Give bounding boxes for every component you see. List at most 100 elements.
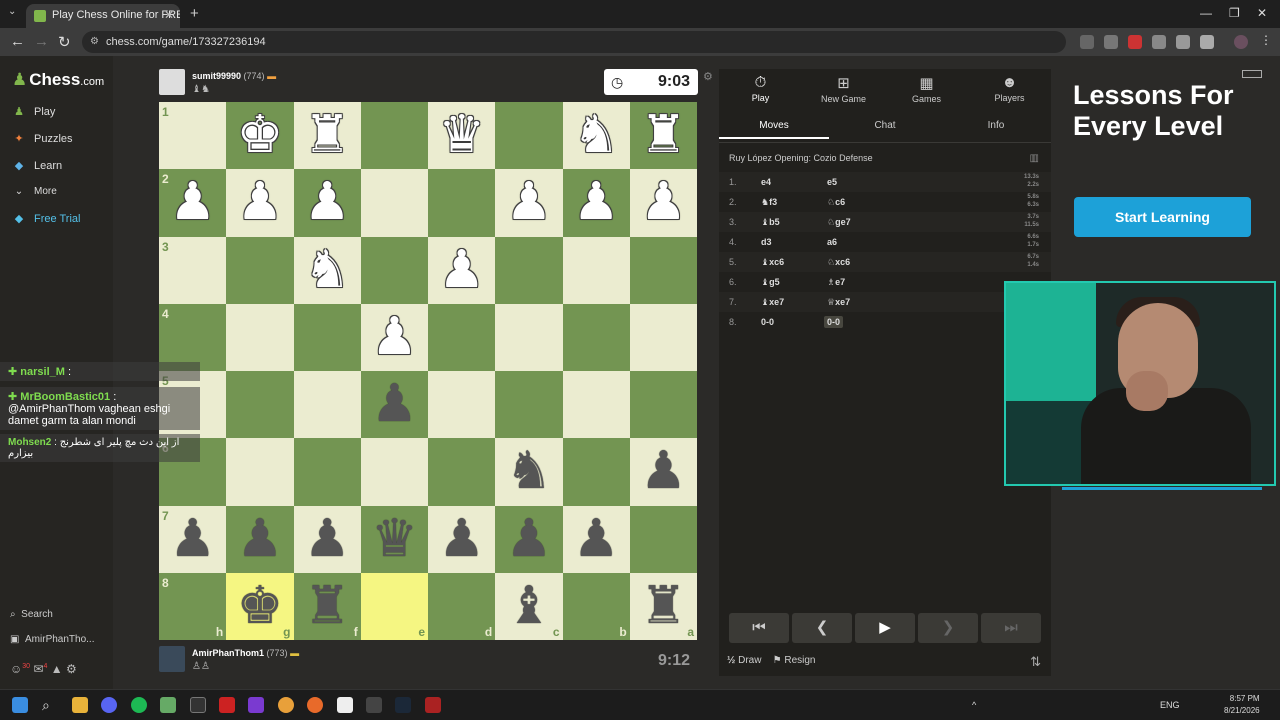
black-move[interactable]: ♘ge7 [827, 217, 851, 228]
square-f4[interactable] [293, 303, 361, 371]
black-piece-f7[interactable]: ♟ [294, 506, 361, 573]
play-button[interactable]: ▶ [855, 613, 915, 643]
board-settings-icon[interactable]: ⚙ [703, 70, 713, 83]
browser-tab[interactable]: Play Chess Online for FREE ✕ [26, 4, 180, 28]
black-piece-a6[interactable]: ♟ [630, 438, 697, 505]
restore-icon[interactable]: ❐ [1229, 6, 1240, 20]
white-move[interactable]: e4 [761, 177, 771, 187]
app-icon[interactable] [425, 697, 441, 713]
square-a3[interactable] [629, 236, 697, 304]
black-piece-g7[interactable]: ♟ [226, 506, 293, 573]
square-e1[interactable] [360, 102, 428, 170]
white-move[interactable]: ♝g5 [761, 277, 780, 288]
white-piece-h2[interactable]: ♟ [159, 169, 226, 236]
system-clock[interactable]: 8:57 PM 8/21/2026 [1224, 693, 1260, 717]
nav-more[interactable]: ⌄ More [12, 186, 57, 197]
opponent-avatar[interactable] [159, 69, 185, 95]
extension-icon[interactable] [1152, 35, 1166, 49]
tab-players[interactable]: ☻ Players [968, 74, 1051, 103]
menu-dots-icon[interactable]: ⋮ [1260, 33, 1272, 47]
chess-logo[interactable]: ♟ Chess.com [12, 70, 104, 90]
square-d6[interactable] [428, 438, 496, 506]
white-piece-a2[interactable]: ♟ [630, 169, 697, 236]
subtab-moves[interactable]: Moves [719, 120, 829, 139]
white-piece-d3[interactable]: ♟ [428, 237, 495, 304]
last-move-button[interactable]: ⏭ [981, 613, 1041, 643]
square-d4[interactable] [428, 303, 496, 371]
new-tab-icon[interactable]: + [190, 5, 199, 22]
black-move[interactable]: ♘xc6 [827, 257, 850, 268]
square-a5[interactable] [629, 371, 697, 439]
ad-choices-icon[interactable] [1242, 70, 1262, 78]
steam-icon[interactable] [395, 697, 411, 713]
extension-icon[interactable] [1104, 35, 1118, 49]
tray-chevron-icon[interactable]: ^ [972, 700, 976, 710]
app-icon[interactable] [190, 697, 206, 713]
white-piece-f2[interactable]: ♟ [294, 169, 361, 236]
extensions-puzzle-icon[interactable] [1200, 35, 1214, 49]
square-c3[interactable] [495, 236, 563, 304]
windows-start-icon[interactable] [12, 697, 28, 713]
white-piece-f1[interactable]: ♜ [294, 102, 361, 169]
square-g3[interactable] [226, 236, 294, 304]
square-a4[interactable] [629, 303, 697, 371]
square-h4[interactable]: 4 [159, 303, 227, 371]
app-icon[interactable] [219, 697, 235, 713]
white-piece-b2[interactable]: ♟ [563, 169, 630, 236]
url-field[interactable]: ⚙ chess.com/game/173327236194 [82, 31, 1066, 53]
friends-icon[interactable]: ☺ [10, 662, 22, 676]
black-piece-c8[interactable]: ♝ [495, 573, 562, 640]
file-explorer-icon[interactable] [72, 697, 88, 713]
tab-search-chevron-icon[interactable]: ⌄ [8, 6, 16, 17]
square-b5[interactable] [562, 371, 630, 439]
opponent-name[interactable]: sumit99990 (774) ▬ [192, 71, 276, 81]
tab-new-game[interactable]: ⊞ New Game [802, 74, 885, 104]
white-piece-e4[interactable]: ♟ [361, 304, 428, 371]
black-piece-a8[interactable]: ♜ [630, 573, 697, 640]
language-indicator[interactable]: ENG [1160, 700, 1180, 710]
square-g4[interactable] [226, 303, 294, 371]
search-icon[interactable]: ⌕ [42, 697, 58, 713]
black-piece-e7[interactable]: ♛ [361, 506, 428, 573]
chess-board[interactable]: 12345678hgfedcba♚♜♛♞♜♟♟♟♟♟♟♞♟♟♟♞♟♟♟♟♛♟♟♟… [159, 102, 697, 640]
black-piece-c6[interactable]: ♞ [495, 438, 562, 505]
square-c4[interactable] [495, 303, 563, 371]
black-piece-h7[interactable]: ♟ [159, 506, 226, 573]
minimize-icon[interactable]: — [1200, 6, 1212, 20]
square-c1[interactable] [495, 102, 563, 170]
square-e6[interactable] [360, 438, 428, 506]
square-b3[interactable] [562, 236, 630, 304]
black-move[interactable]: ♗e7 [827, 277, 845, 288]
black-move[interactable]: 0-0 [824, 316, 844, 328]
forward-icon[interactable]: → [34, 33, 49, 50]
discord-icon[interactable] [101, 697, 117, 713]
resign-button[interactable]: ⚑ Resign [773, 655, 816, 666]
previous-move-button[interactable]: ❮ [792, 613, 852, 643]
nav-search[interactable]: ⌕ Search [10, 609, 53, 620]
black-piece-c7[interactable]: ♟ [495, 506, 562, 573]
nav-user[interactable]: ▣ AmirPhanTho... [10, 634, 95, 645]
square-b4[interactable] [562, 303, 630, 371]
app-icon[interactable] [160, 697, 176, 713]
square-f5[interactable] [293, 371, 361, 439]
square-d2[interactable] [428, 169, 496, 237]
tab-games[interactable]: ▦ Games [885, 74, 968, 104]
square-f6[interactable] [293, 438, 361, 506]
white-move[interactable]: ♝xc6 [761, 257, 784, 268]
first-move-button[interactable]: ⏮ [729, 613, 789, 643]
messages-icon[interactable]: ✉ [33, 662, 43, 676]
black-move[interactable]: e5 [827, 177, 837, 187]
white-move[interactable]: d3 [761, 237, 772, 247]
subtab-info[interactable]: Info [941, 120, 1051, 131]
square-a7[interactable] [629, 505, 697, 573]
square-d5[interactable] [428, 371, 496, 439]
square-g6[interactable] [226, 438, 294, 506]
square-h8[interactable]: 8h [159, 572, 227, 640]
subtab-chat[interactable]: Chat [830, 120, 940, 131]
black-move[interactable]: ♕xe7 [827, 297, 850, 308]
square-h1[interactable]: 1 [159, 102, 227, 170]
black-move[interactable]: a6 [827, 237, 837, 247]
close-tab-icon[interactable]: ✕ [164, 8, 174, 22]
app-icon[interactable] [248, 697, 264, 713]
close-window-icon[interactable]: ✕ [1257, 6, 1267, 20]
